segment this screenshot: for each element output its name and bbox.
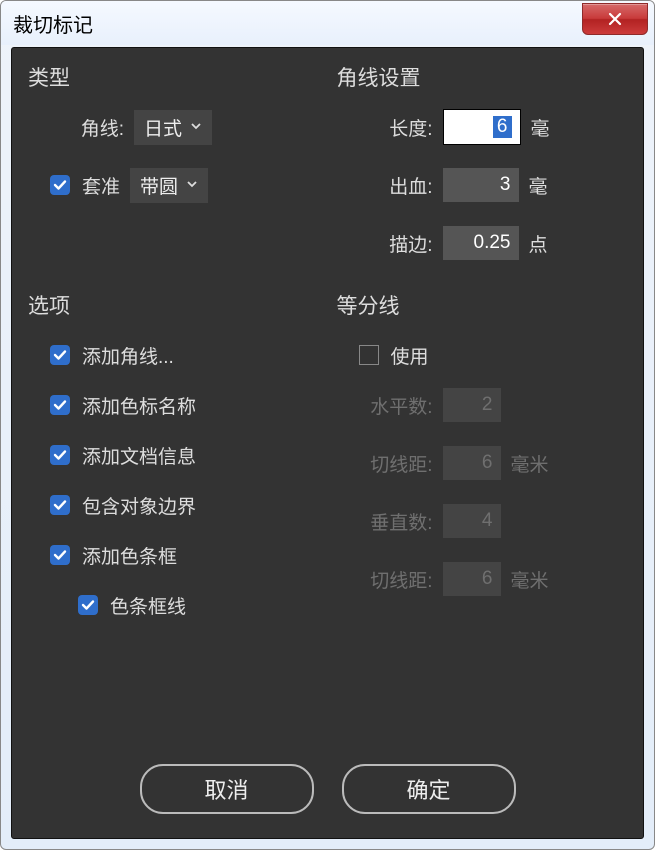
group-title-options: 选项: [28, 290, 319, 320]
stroke-value: 0.25: [474, 232, 511, 254]
vcut-input: 6: [443, 562, 501, 596]
cancel-button[interactable]: 取消: [140, 764, 314, 814]
field-stroke: 描边: 0.25 点: [359, 218, 628, 268]
field-corner-style: 角线: 日式: [50, 102, 319, 152]
vcut-unit: 毫米: [511, 566, 549, 593]
check-icon: [53, 348, 67, 362]
length-value: 6: [493, 116, 512, 138]
option-label: 包含对象边界: [82, 492, 196, 519]
check-icon: [53, 498, 67, 512]
hcut-unit: 毫米: [511, 450, 549, 477]
field-bleed: 出血: 3 毫: [359, 160, 628, 210]
checkbox[interactable]: [50, 445, 70, 465]
checkbox[interactable]: [50, 545, 70, 565]
check-icon: [53, 398, 67, 412]
button-bar: 取消 确定: [12, 764, 643, 814]
stroke-label: 描边:: [359, 230, 433, 257]
hcount-label: 水平数:: [359, 392, 433, 419]
field-vcount: 垂直数: 4: [359, 496, 628, 546]
field-hcut: 切线距: 6 毫米: [359, 438, 628, 488]
cancel-label: 取消: [204, 773, 248, 805]
group-title-type: 类型: [28, 62, 319, 92]
checkbox-unchecked[interactable]: [359, 345, 379, 365]
vcut-value: 6: [482, 568, 493, 590]
option-add-color-bar[interactable]: 添加色条框: [50, 530, 319, 580]
option-add-corner[interactable]: 添加角线...: [50, 330, 319, 380]
hcut-input: 6: [443, 446, 501, 480]
close-icon: [607, 11, 623, 27]
ok-button[interactable]: 确定: [342, 764, 516, 814]
divide-use-label: 使用: [391, 342, 429, 369]
stroke-unit: 点: [529, 230, 548, 257]
registration-select[interactable]: 带圆: [130, 168, 208, 203]
field-length: 长度: 6 毫: [359, 102, 628, 152]
bleed-input[interactable]: 3: [443, 168, 519, 202]
option-label: 色条框线: [110, 592, 186, 619]
registration-label: 套准: [82, 172, 120, 199]
option-include-bounds[interactable]: 包含对象边界: [50, 480, 319, 530]
length-unit: 毫: [531, 114, 550, 141]
field-hcount: 水平数: 2: [359, 380, 628, 430]
group-corner-settings: 角线设置 长度: 6 毫 出血: 3 毫: [337, 62, 628, 276]
group-title-corner: 角线设置: [337, 62, 628, 92]
stroke-input[interactable]: 0.25: [443, 226, 519, 260]
bleed-unit: 毫: [529, 172, 548, 199]
vcount-input: 4: [443, 504, 501, 538]
hcount-value: 2: [482, 394, 493, 416]
corner-style-select[interactable]: 日式: [134, 110, 212, 145]
option-color-bar-line[interactable]: 色条框线: [78, 580, 319, 630]
vcut-label: 切线距:: [359, 566, 433, 593]
registration-checkbox[interactable]: [50, 175, 70, 195]
field-registration: 套准 带圆: [50, 160, 319, 210]
check-icon: [53, 178, 67, 192]
option-label: 添加色标名称: [82, 392, 196, 419]
bleed-label: 出血:: [359, 172, 433, 199]
vcount-label: 垂直数:: [359, 508, 433, 535]
option-label: 添加文档信息: [82, 442, 196, 469]
group-options: 选项 添加角线... 添加色标名称: [28, 290, 319, 630]
chevron-down-icon: [190, 116, 202, 138]
option-label: 添加色条框: [82, 542, 177, 569]
corner-style-label: 角线:: [50, 114, 124, 141]
check-icon: [81, 598, 95, 612]
ok-label: 确定: [406, 773, 450, 805]
divide-use[interactable]: 使用: [359, 330, 628, 380]
vcount-value: 4: [482, 510, 493, 532]
group-title-divide: 等分线: [337, 290, 628, 320]
hcount-input: 2: [443, 388, 501, 422]
check-icon: [53, 448, 67, 462]
corner-style-value: 日式: [144, 114, 182, 141]
dialog-body: 类型 角线: 日式: [11, 47, 644, 839]
group-divide: 等分线 使用 水平数: 2 切线距: 6: [337, 290, 628, 630]
close-button[interactable]: [582, 3, 648, 35]
check-icon: [53, 548, 67, 562]
checkbox[interactable]: [50, 345, 70, 365]
title-bar: 裁切标记: [1, 1, 654, 45]
length-label: 长度:: [359, 114, 433, 141]
group-type: 类型 角线: 日式: [28, 62, 319, 276]
checkbox[interactable]: [78, 595, 98, 615]
option-add-swatch-name[interactable]: 添加色标名称: [50, 380, 319, 430]
registration-value: 带圆: [140, 172, 178, 199]
dialog-window: 裁切标记 类型 角线: 日式: [0, 0, 655, 850]
checkbox[interactable]: [50, 495, 70, 515]
option-label: 添加角线...: [82, 342, 174, 369]
option-add-doc-info[interactable]: 添加文档信息: [50, 430, 319, 480]
hcut-value: 6: [482, 452, 493, 474]
checkbox[interactable]: [50, 395, 70, 415]
window-title: 裁切标记: [13, 9, 93, 38]
chevron-down-icon: [186, 174, 198, 196]
bleed-value: 3: [500, 174, 511, 196]
hcut-label: 切线距:: [359, 450, 433, 477]
field-vcut: 切线距: 6 毫米: [359, 554, 628, 604]
length-input[interactable]: 6: [443, 109, 521, 145]
